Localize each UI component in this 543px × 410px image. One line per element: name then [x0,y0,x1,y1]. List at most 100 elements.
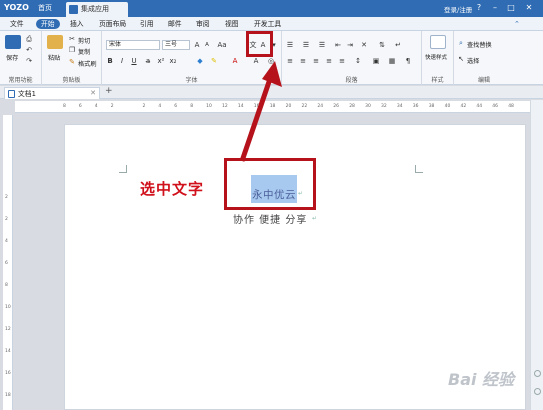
format-painter-button[interactable]: 格式刷 [78,59,97,68]
line-spacing-icon[interactable]: ↕ [354,57,362,65]
undo-icon[interactable]: ↶ [25,46,33,54]
shading-icon[interactable]: ▣ [372,57,380,65]
ruler-tick: 6 [78,104,82,109]
scroll-down-icon[interactable] [534,388,541,395]
sort-icon[interactable]: ⇅ [378,41,386,49]
font-size-select[interactable]: 三号 [162,40,190,50]
integrated-apps-label: 集成应用 [81,5,109,13]
group-label-clipboard: 剪贴板 [62,77,81,84]
numbered-list-icon[interactable]: ☰ [302,41,310,49]
menu-page-layout[interactable]: 页面布局 [99,19,126,29]
home-tab[interactable]: 首页 [38,3,52,14]
paste-icon[interactable] [47,35,63,49]
find-replace-button[interactable]: 查找替换 [467,40,492,49]
group-clipboard: 粘贴 ✂ 剪切 ❐ 复制 ✎ 格式刷 剪贴板 [42,31,102,85]
ruler-tick: 4 [94,104,98,109]
format-painter-icon[interactable]: ✎ [68,58,76,66]
ruler-tick: 24 [317,104,324,109]
print-icon[interactable]: ⎙ [25,35,33,43]
menu-insert[interactable]: 插入 [70,19,84,29]
distribute-icon[interactable]: ≡ [338,57,346,65]
change-case-button[interactable]: Aa [216,41,228,49]
copy-icon[interactable]: ❐ [68,46,76,54]
menu-developer[interactable]: 开发工具 [254,19,281,29]
menu-review[interactable]: 审阅 [196,19,210,29]
save-label: 保存 [6,55,19,62]
ruler-tick: 6 [174,104,178,109]
baidu-watermark: Bai 经验 [448,370,515,389]
superscript-icon[interactable]: x² [157,57,165,65]
shrink-font-button[interactable]: A [203,41,211,49]
menu-home[interactable]: 开始 [36,19,60,29]
chinese-layout-icon[interactable]: ✕ [360,41,368,49]
menu-mailings[interactable]: 邮件 [168,19,182,29]
margin-corner-top-right [415,165,423,173]
increase-indent-icon[interactable]: ⇥ [346,41,354,49]
maximize-icon[interactable]: □ [506,3,516,13]
bullet-list-icon[interactable]: ☰ [286,41,294,49]
arrow-head [262,61,282,87]
help-icon[interactable]: ? [474,3,484,13]
minimize-icon[interactable]: – [490,3,500,13]
vertical-ruler: 2 2 4 6 8 10 12 14 16 18 [3,115,13,410]
login-register-link[interactable]: 登录/注册 [444,4,472,14]
select-button[interactable]: 选择 [467,56,479,65]
show-marks-icon[interactable]: ↵ [394,41,402,49]
copy-button[interactable]: 复制 [78,47,90,56]
document-tab[interactable]: 文档1 ✕ [4,87,100,99]
subscript-icon[interactable]: x₂ [169,57,177,65]
vertical-scrollbar[interactable] [530,100,543,410]
borders-icon[interactable]: ▦ [388,57,396,65]
ruler-tick: 26 [333,104,340,109]
menu-view[interactable]: 视图 [225,19,239,29]
cut-icon[interactable]: ✂ [68,35,76,43]
ruler-tick: 28 [349,104,355,109]
save-icon[interactable] [5,35,21,49]
arrow-shaft [239,72,275,162]
decrease-indent-icon[interactable]: ⇤ [334,41,342,49]
vruler-tick: 4 [5,239,8,244]
align-center-icon[interactable]: ≡ [299,57,307,65]
document-line-2[interactable]: 协作 便捷 分享 [233,211,307,226]
vruler-tick: 14 [5,349,11,354]
paste-label: 粘贴 [48,55,61,62]
font-name-select[interactable]: 宋体 [106,40,160,50]
tab-close-icon[interactable]: ✕ [90,89,96,97]
vruler-tick: 2 [5,217,8,222]
redo-icon[interactable]: ↷ [25,57,33,65]
close-icon[interactable]: ✕ [524,3,534,13]
ruler-tick: 34 [396,104,403,109]
find-icon[interactable]: ⌕ [457,39,465,47]
highlight-icon[interactable]: ✎ [210,57,218,65]
bold-button[interactable]: B [106,57,114,65]
title-bar: YOZO 首页 集成应用 登录/注册 ? – □ ✕ [0,0,543,17]
group-common: 保存 ⎙ ↶ ↷ 常用功能 [0,31,42,85]
quick-styles-icon[interactable] [430,35,446,49]
grow-font-button[interactable]: A [193,41,201,49]
select-icon[interactable]: ↖ [457,55,465,63]
paragraph-mark-icon[interactable]: ¶ [404,57,412,65]
quick-styles-button[interactable]: 快速样式 [425,53,447,61]
multilevel-list-icon[interactable]: ☰ [318,41,326,49]
underline-button[interactable]: U [130,57,138,65]
strikethrough-icon[interactable]: a̶ [144,57,152,65]
scroll-up-icon[interactable] [534,370,541,377]
ruler-tick: 22 [301,104,308,109]
ruler-tick: 8 [63,104,66,109]
ruler-tick: 46 [492,104,499,109]
cut-button[interactable]: 剪切 [78,36,90,45]
justify-icon[interactable]: ≡ [325,57,333,65]
ruler-tick: 8 [190,104,194,109]
new-tab-button[interactable]: + [105,86,113,96]
app-icon [69,5,78,14]
align-right-icon[interactable]: ≡ [312,57,320,65]
ribbon-collapse-icon[interactable]: ⌃ [514,20,520,28]
vruler-tick: 10 [5,305,11,310]
menu-references[interactable]: 引用 [140,19,154,29]
group-styles: 快速样式 样式 [422,31,454,85]
integrated-apps-tab[interactable]: 集成应用 [66,2,128,17]
text-effect-icon[interactable]: ◆ [196,57,204,65]
italic-button[interactable]: I [118,57,126,65]
margin-corner-top-left [119,165,127,173]
menu-file[interactable]: 文件 [10,19,24,29]
